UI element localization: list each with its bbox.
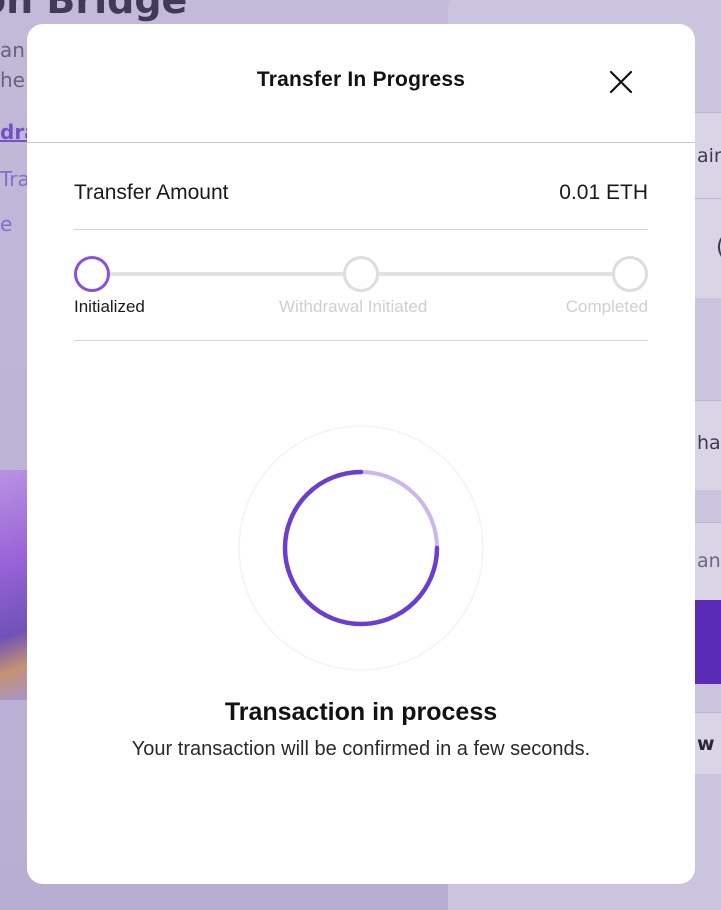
modal-header: Transfer In Progress: [27, 24, 695, 143]
step-indicator-completed: [612, 256, 648, 292]
step-label-initialized: Initialized: [74, 297, 145, 316]
transfer-amount-value: 0.01 ETH: [559, 181, 648, 204]
transfer-amount-label: Transfer Amount: [74, 181, 229, 204]
step-indicator-withdrawal-initiated: [343, 256, 379, 292]
transfer-progress-modal: Transfer In Progress Transfer Amount 0.0…: [27, 24, 695, 884]
background-link-fragment: Tra: [0, 167, 30, 191]
background-page-title: on Bridge: [0, 0, 188, 22]
step-label-withdrawal-initiated: Withdrawal Initiated: [279, 297, 428, 316]
step-indicator-initialized: [74, 256, 110, 292]
status-subtitle: Your transaction will be confirmed in a …: [131, 738, 591, 760]
step-connector: [108, 272, 344, 276]
step-label-completed: Completed: [565, 297, 648, 316]
background-text-fragment: ans: [697, 550, 721, 572]
background-text-fragment: (: [716, 235, 721, 260]
transfer-amount-row: Transfer Amount 0.01 ETH: [74, 176, 648, 230]
status-title: Transaction in process: [224, 698, 498, 726]
transfer-stepper: Initialized Withdrawal Initiated Complet…: [74, 231, 648, 341]
background-illustration: [0, 470, 30, 700]
background-text-fragment: an: [0, 38, 25, 62]
background-text-fragment: hai: [697, 432, 721, 454]
close-icon[interactable]: [605, 66, 637, 98]
background-text-fragment: e: [0, 212, 13, 236]
background-text-fragment: w a: [697, 733, 721, 755]
loading-spinner-icon: [238, 425, 484, 671]
background-text-fragment: he: [0, 68, 25, 92]
background-text-fragment: ain: [697, 145, 721, 167]
step-connector: [378, 272, 612, 276]
modal-title: Transfer In Progress: [256, 68, 466, 91]
